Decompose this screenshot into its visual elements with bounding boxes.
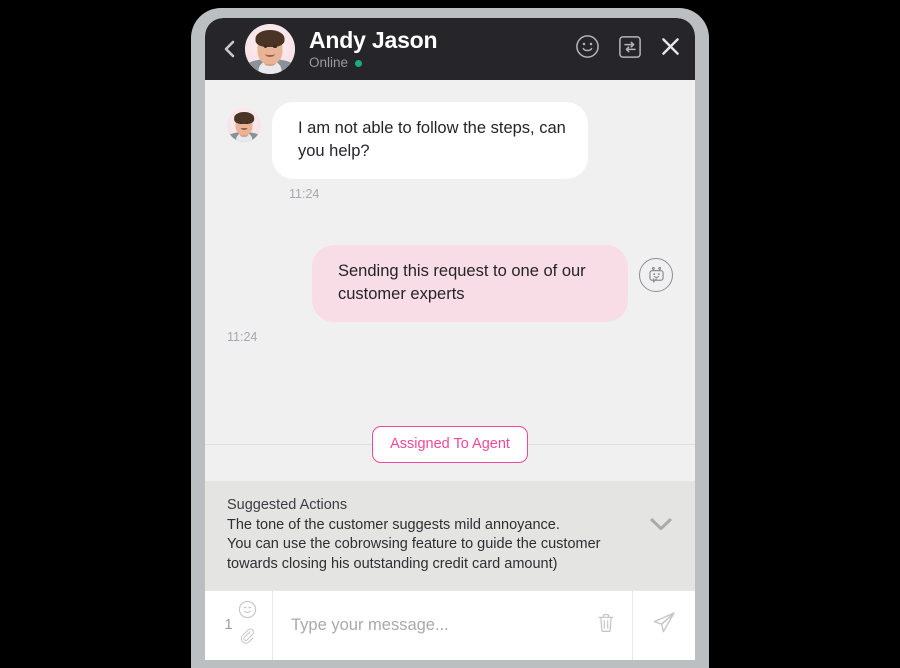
smiley-face-icon [238, 600, 257, 624]
transfer-chat-button[interactable] [618, 35, 642, 64]
assigned-to-agent-badge[interactable]: Assigned To Agent [372, 425, 528, 463]
customer-avatar [227, 108, 261, 142]
trash-icon [596, 612, 616, 639]
composer-left-tools: 1 [205, 591, 273, 660]
collapse-suggestions-button[interactable] [649, 517, 673, 537]
status-badge: Online [309, 55, 349, 70]
paperclip-icon [238, 627, 257, 651]
emoji-button[interactable] [575, 34, 600, 64]
chevron-down-icon [649, 517, 673, 537]
header-actions [575, 34, 681, 64]
bot-avatar-icon [639, 258, 673, 292]
message-row-inbound: I am not able to follow the steps, can y… [227, 102, 673, 179]
suggested-actions-line: You can use the cobrowsing feature to gu… [227, 536, 601, 552]
system-event: Assigned To Agent [205, 425, 695, 463]
emoji-picker-button[interactable] [238, 600, 257, 624]
attachment-count: 1 [224, 617, 233, 634]
message-timestamp: 11:24 [289, 187, 320, 201]
chevron-left-icon [221, 39, 237, 59]
suggested-actions-line: The tone of the customer suggests mild a… [227, 516, 560, 533]
close-icon [660, 36, 681, 62]
chat-header: Andy Jason Online [205, 18, 695, 80]
delete-draft-button[interactable] [579, 591, 633, 660]
message-list: I am not able to follow the steps, can y… [205, 80, 695, 481]
page-title: Andy Jason [309, 27, 438, 53]
composer-icon-stack [238, 600, 257, 651]
chat-widget-screen: Andy Jason Online I am not able to follo… [205, 18, 695, 660]
online-status-dot [355, 59, 363, 67]
header-identity: Andy Jason Online [309, 27, 575, 71]
message-bubble: Sending this request to one of our custo… [312, 245, 628, 322]
message-timestamp: 11:24 [227, 330, 258, 344]
send-button[interactable] [633, 591, 695, 660]
transfer-chat-icon [618, 35, 642, 64]
suggested-actions-body: Suggested Actions The tone of the custom… [227, 495, 639, 575]
suggested-actions-line: towards closing his outstanding credit c… [227, 555, 558, 572]
back-button[interactable] [215, 33, 243, 65]
message-composer: 1 [205, 590, 695, 660]
suggested-actions-title: Suggested Actions [227, 496, 348, 513]
composer-input-wrap [273, 591, 579, 660]
message-input[interactable] [291, 616, 561, 635]
user-avatar [245, 24, 295, 74]
message-bubble: I am not able to follow the steps, can y… [272, 102, 588, 179]
message-row-outbound: Sending this request to one of our custo… [227, 245, 673, 322]
close-button[interactable] [660, 36, 681, 62]
avatar[interactable] [245, 24, 295, 74]
smiley-face-icon [575, 34, 600, 64]
attach-file-button[interactable] [238, 627, 257, 651]
suggested-actions-panel: Suggested Actions The tone of the custom… [205, 480, 695, 590]
paper-plane-icon [651, 610, 677, 641]
status-row: Online [309, 55, 575, 71]
